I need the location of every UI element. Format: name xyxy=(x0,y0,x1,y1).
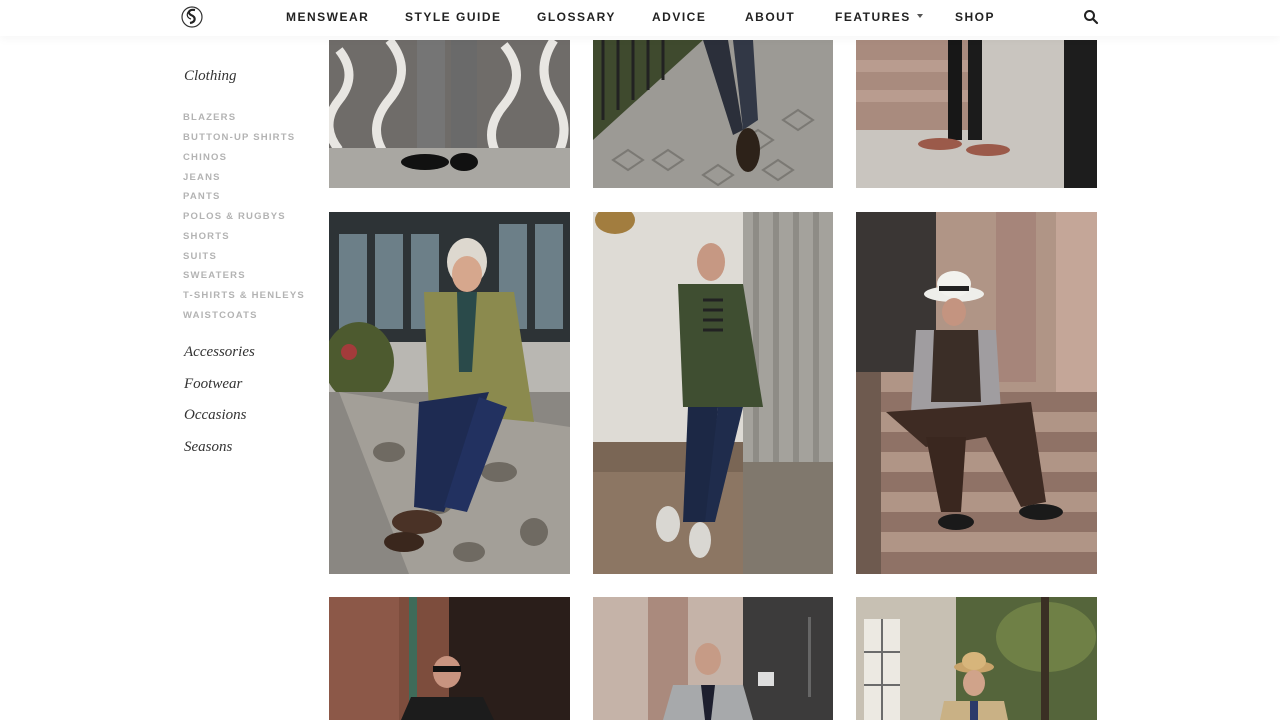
search-icon[interactable] xyxy=(1083,9,1099,25)
sidebar-item-pants[interactable]: PANTS xyxy=(183,191,221,202)
nav-features[interactable]: FEATURES xyxy=(835,10,923,24)
sidebar-item-t-shirts-henleys[interactable]: T-SHIRTS & HENLEYS xyxy=(183,290,305,301)
photo-man-quilted-jacket xyxy=(329,212,570,574)
nav-advice[interactable]: ADVICE xyxy=(652,10,706,24)
top-navigation-bar: MENSWEAR STYLE GUIDE GLOSSARY ADVICE ABO… xyxy=(0,0,1280,36)
outfit-photo[interactable] xyxy=(329,212,570,574)
photo-man-field-jacket xyxy=(593,212,833,574)
nav-shop[interactable]: SHOP xyxy=(955,10,995,24)
chevron-down-icon xyxy=(916,13,923,18)
sidebar-item-blazers[interactable]: BLAZERS xyxy=(183,112,236,123)
photo-legs-stoop xyxy=(856,40,1097,188)
photo-man-straw-hat-garden xyxy=(856,597,1097,720)
sidebar-item-chinos[interactable]: CHINOS xyxy=(183,152,227,163)
sidebar-section-footwear[interactable]: Footwear xyxy=(184,376,242,393)
photo-legs-hex-pavement xyxy=(593,40,833,188)
photo-man-panama-hat xyxy=(856,212,1097,574)
outfit-photo[interactable] xyxy=(593,597,833,720)
sidebar-section-accessories[interactable]: Accessories xyxy=(184,344,255,361)
outfit-photo[interactable] xyxy=(593,40,833,188)
sidebar-item-polos-rugbys[interactable]: POLOS & RUGBYS xyxy=(183,211,286,222)
sidebar-item-button-up-shirts[interactable]: BUTTON-UP SHIRTS xyxy=(183,132,295,143)
nav-style-guide[interactable]: STYLE GUIDE xyxy=(405,10,502,24)
photo-legs-mosaic-floor xyxy=(329,40,570,188)
outfit-photo[interactable] xyxy=(593,212,833,574)
sidebar-item-waistcoats[interactable]: WAISTCOATS xyxy=(183,310,258,321)
sidebar-item-suits[interactable]: SUITS xyxy=(183,251,217,262)
sidebar-item-shorts[interactable]: SHORTS xyxy=(183,231,230,242)
nav-features-label: FEATURES xyxy=(835,10,911,24)
photo-man-brick-doorway xyxy=(329,597,570,720)
sidebar-section-clothing[interactable]: Clothing xyxy=(184,68,237,85)
sidebar: Clothing BLAZERS BUTTON-UP SHIRTS CHINOS… xyxy=(0,36,320,720)
photo-man-grey-suit xyxy=(593,597,833,720)
sidebar-item-jeans[interactable]: JEANS xyxy=(183,172,221,183)
outfit-photo[interactable] xyxy=(329,597,570,720)
sidebar-section-seasons[interactable]: Seasons xyxy=(184,439,232,456)
nav-glossary[interactable]: GLOSSARY xyxy=(537,10,616,24)
logo-monogram-icon[interactable] xyxy=(181,4,203,30)
nav-about[interactable]: ABOUT xyxy=(745,10,795,24)
outfit-photo[interactable] xyxy=(856,212,1097,574)
sidebar-section-occasions[interactable]: Occasions xyxy=(184,407,247,424)
outfit-photo[interactable] xyxy=(856,597,1097,720)
sidebar-item-sweaters[interactable]: SWEATERS xyxy=(183,270,246,281)
nav-menswear[interactable]: MENSWEAR xyxy=(286,10,369,24)
outfit-photo[interactable] xyxy=(856,40,1097,188)
outfit-photo[interactable] xyxy=(329,40,570,188)
